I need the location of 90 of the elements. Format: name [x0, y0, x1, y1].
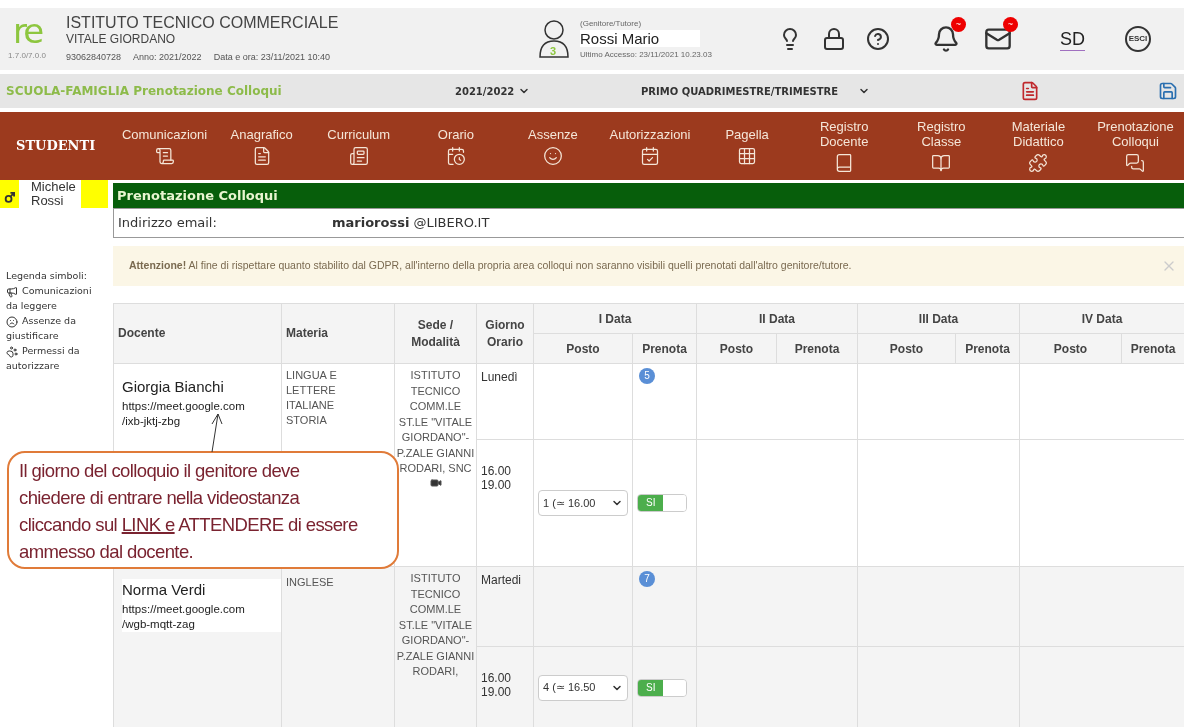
slots-badge: 5 — [639, 368, 655, 384]
teacher-name: Norma Verdi — [122, 580, 207, 600]
brand-logo[interactable]: SD — [1060, 27, 1085, 51]
notification-badge: ~ — [951, 17, 966, 32]
nav-icon — [542, 145, 563, 166]
logout-button[interactable]: ESCI — [1125, 26, 1151, 52]
meeting-link[interactable]: https://meet.google.com/ixb-jktj-zbg — [122, 398, 281, 429]
nav-item[interactable]: Anagrafico — [213, 112, 311, 180]
subject-cell-text: LINGUA E LETTERE ITALIANE STORIA — [286, 368, 338, 428]
nav-item[interactable]: Registro Docente — [795, 112, 893, 180]
column-header: Materia — [281, 303, 395, 364]
paw-icon — [6, 345, 18, 358]
column-header: Posto — [533, 333, 633, 364]
version-text: 1.7.0/7.0.0 — [8, 50, 46, 62]
meeting-link[interactable]: https://meet.google.com/wgb-mqtt-zag — [122, 601, 281, 632]
lock-icon[interactable] — [822, 27, 846, 51]
nav-icon — [154, 145, 175, 166]
nav-icon — [1125, 153, 1146, 173]
arrow — [208, 412, 224, 452]
legend-item: Permessi da autorizzare — [6, 344, 81, 373]
teacher-name: Giorgia Bianchi — [122, 377, 225, 397]
notification-badge: ~ — [1003, 17, 1018, 32]
last-access: Ultimo Accesso: 23/11/2021 10.23.03 — [580, 48, 713, 61]
column-header: III Data — [857, 303, 1020, 334]
nav-icon — [1028, 153, 1049, 173]
nav-item[interactable]: Comunicazioni — [116, 112, 214, 180]
time-cell: 16.00 19.00 — [476, 439, 534, 567]
column-header: Sede / Modalità — [394, 303, 477, 364]
column-header: Giorno Orario — [476, 303, 534, 364]
nav-item[interactable]: Prenotazione Colloqui — [1086, 112, 1184, 180]
tax-code: 93062840728 — [66, 50, 122, 64]
callout-text: Il giorno del colloquio il genitore deve chiedere di entrare nella videostanza cliccando sul LINK e ATTENDERE di essere ammesso dal docente. — [19, 459, 359, 564]
column-header: Docente — [113, 303, 282, 364]
male-symbol-icon — [4, 192, 15, 203]
date-time: Data e ora: 23/11/2021 10:40 — [213, 50, 331, 64]
column-header: I Data — [533, 303, 697, 334]
legend-title: Legenda simboli: — [6, 269, 88, 283]
school-subname: VITALE GIORDANO — [66, 31, 177, 47]
column-header: Prenota — [955, 333, 1020, 364]
subject-cell-text: INGLESE — [286, 575, 335, 590]
column-header: Posto — [1019, 333, 1122, 364]
location-cell-text: ISTITUTO TECNICO COMM.LE ST.LE "VITALE GIORDANO"- P.ZALE GIANNI RODARI, — [395, 571, 476, 679]
nav-item[interactable]: Registro Classe — [892, 112, 990, 180]
frown-icon — [6, 315, 18, 328]
alert-text: Attenzione! Al fine di rispettare quanto stabilito dal GDPR, all'interno della propria area colloqui non saranno visibili quelli prenotati dall'altro genitore/tutore. — [129, 258, 853, 274]
year-select[interactable]: 2021/2022 — [455, 83, 641, 99]
column-header: Posto — [857, 333, 956, 364]
nav-item[interactable]: Assenze — [504, 112, 602, 180]
slots-badge: 7 — [639, 571, 655, 587]
nav-icon — [931, 153, 952, 173]
user-role: (Genitore/Tutore) — [580, 17, 643, 30]
column-header: Posto — [696, 333, 777, 364]
day-cell: Lunedì — [476, 363, 534, 440]
legend-item: Comunicazioni da leggere — [6, 284, 93, 313]
megaphone-icon — [6, 285, 18, 298]
nav-item[interactable]: Orario — [407, 112, 505, 180]
slot-select[interactable]: 4 (≃ 16.50 — [538, 674, 628, 701]
location-cell-text: ISTITUTO TECNICO COMM.LE ST.LE "VITALE GIORDANO"- P.ZALE GIANNI RODARI, SNC — [395, 368, 476, 476]
column-header: IV Data — [1019, 303, 1184, 334]
day-cell: Martedi — [476, 566, 534, 647]
save-icon[interactable] — [1158, 81, 1179, 101]
school-name: ISTITUTO TECNICO COMMERCIALE — [66, 13, 340, 32]
nav-item[interactable]: Pagella — [698, 112, 796, 180]
legend-item: Assenze da giustificare — [6, 314, 77, 343]
column-header: II Data — [696, 303, 858, 334]
column-header: Prenota — [632, 333, 697, 364]
period-select[interactable]: PRIMO QUADRIMESTRE/TRIMESTRE — [641, 83, 871, 99]
panel-header: Prenotazione Colloqui — [113, 183, 1184, 208]
school-year: Anno: 2021/2022 — [133, 50, 202, 64]
slot-select[interactable]: 1 (≃ 16.00 — [538, 490, 628, 516]
email-value: mariorossi @LIBERO.IT — [332, 214, 490, 233]
nav-item[interactable]: Autorizzazioni — [601, 112, 699, 180]
nav-item[interactable]: Materiale Didattico — [989, 112, 1087, 180]
nav-icon — [348, 145, 369, 166]
nav-icon — [445, 145, 466, 166]
section-label: STUDENTI — [15, 137, 97, 156]
logo-icon: re — [12, 16, 42, 46]
user-avatar-icon[interactable] — [536, 19, 572, 59]
student-name: Michele Rossi — [19, 180, 81, 208]
help-icon[interactable] — [866, 27, 890, 51]
student-card[interactable]: Michele Rossi — [0, 180, 108, 208]
user-name: Rossi Mario — [580, 29, 700, 47]
bell-icon[interactable] — [932, 25, 960, 53]
column-header: Prenota — [776, 333, 858, 364]
children-count: 3 — [550, 44, 557, 59]
email-label: Indirizzo email: — [117, 214, 218, 233]
page-title: SCUOLA-FAMIGLIA Prenotazione Colloqui — [6, 83, 283, 100]
nav-icon — [640, 145, 660, 166]
nav-icon — [737, 145, 758, 166]
nav-item[interactable]: Curriculum — [310, 112, 408, 180]
